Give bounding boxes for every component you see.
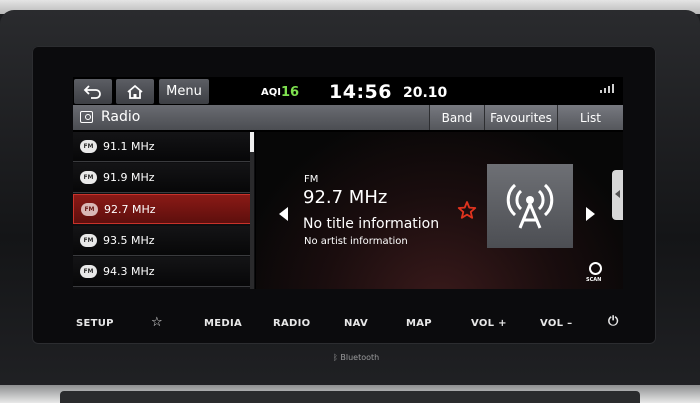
back-arrow-icon (83, 84, 101, 99)
station-item[interactable]: FM 93.5 MHz (73, 226, 253, 256)
side-panel-handle[interactable] (612, 170, 623, 220)
station-item[interactable]: FM 91.1 MHz (73, 132, 253, 162)
fm-badge: FM (80, 140, 97, 153)
station-frequency: 91.1 MHz (103, 140, 155, 153)
station-item[interactable]: FM 91.9 MHz (73, 163, 253, 193)
station-list: FM 91.1 MHz FM 91.9 MHz FM 92.7 MHz FM 9… (73, 132, 255, 289)
station-item[interactable]: FM 94.3 MHz (73, 257, 253, 287)
date: 20.10 (403, 85, 448, 101)
current-station: 92.7 MHz (303, 187, 388, 208)
station-frequency: 94.3 MHz (103, 265, 155, 278)
station-frequency: 92.7 MHz (104, 202, 156, 216)
setup-button[interactable]: SETUP (76, 318, 114, 329)
aqi-value: 16 (281, 85, 300, 100)
menu-button[interactable]: Menu (159, 79, 209, 104)
station-frequency: 93.5 MHz (103, 234, 155, 247)
album-art (487, 164, 573, 248)
station-frequency: 91.9 MHz (103, 171, 155, 184)
back-button[interactable] (74, 79, 112, 104)
list-scroll-thumb[interactable] (250, 132, 254, 152)
track-title: No title information (303, 216, 440, 232)
bluetooth-text: Bluetooth (340, 353, 380, 362)
home-icon (127, 84, 143, 99)
radio-icon (80, 111, 93, 123)
fm-badge: FM (80, 171, 97, 184)
fm-badge: FM (81, 202, 98, 216)
volume-down-button[interactable]: VOL – (540, 318, 572, 329)
tab-band[interactable]: Band (429, 105, 484, 130)
favorite-star-icon[interactable] (457, 200, 477, 220)
nav-button[interactable]: NAV (344, 318, 368, 329)
radio-button[interactable]: RADIO (273, 318, 310, 329)
scan-button[interactable]: SCAN (586, 262, 606, 284)
title-bar: Radio Band Favourites List (73, 105, 623, 130)
scan-icon (589, 262, 602, 275)
fm-badge: FM (80, 234, 97, 247)
next-station-icon[interactable] (586, 207, 595, 221)
home-button[interactable] (116, 79, 154, 104)
scan-label: SCAN (586, 277, 602, 283)
bottom-slot (60, 391, 640, 403)
media-button[interactable]: MEDIA (204, 318, 242, 329)
tab-favourites[interactable]: Favourites (484, 105, 557, 130)
tab-list[interactable]: List (557, 105, 623, 130)
band-label: FM (304, 174, 319, 185)
page-title: Radio (101, 109, 141, 125)
signal-icon (599, 82, 617, 96)
infotainment-screen: Menu AQI 16 14:56 20.10 Radio Band Favou… (73, 77, 623, 289)
fm-badge: FM (80, 265, 97, 278)
previous-station-icon[interactable] (279, 207, 288, 221)
station-item-active[interactable]: FM 92.7 MHz (73, 194, 253, 224)
menu-label: Menu (166, 84, 202, 99)
favorite-hw-button[interactable]: ☆ (151, 315, 163, 330)
aqi-label: AQI (261, 87, 281, 98)
bluetooth-icon: ᛒ (333, 353, 338, 362)
now-playing-panel: FM 92.7 MHz No title information No arti… (256, 132, 623, 289)
power-button[interactable]: ⏻ (608, 314, 619, 329)
antenna-icon (506, 183, 554, 229)
volume-up-button[interactable]: VOL + (471, 318, 507, 329)
bluetooth-label: ᛒ Bluetooth (333, 353, 379, 362)
map-button[interactable]: MAP (406, 318, 432, 329)
clock: 14:56 (329, 81, 392, 103)
bezel-bottom (0, 385, 700, 403)
track-artist: No artist information (304, 236, 408, 247)
list-scrollbar[interactable] (250, 132, 254, 289)
